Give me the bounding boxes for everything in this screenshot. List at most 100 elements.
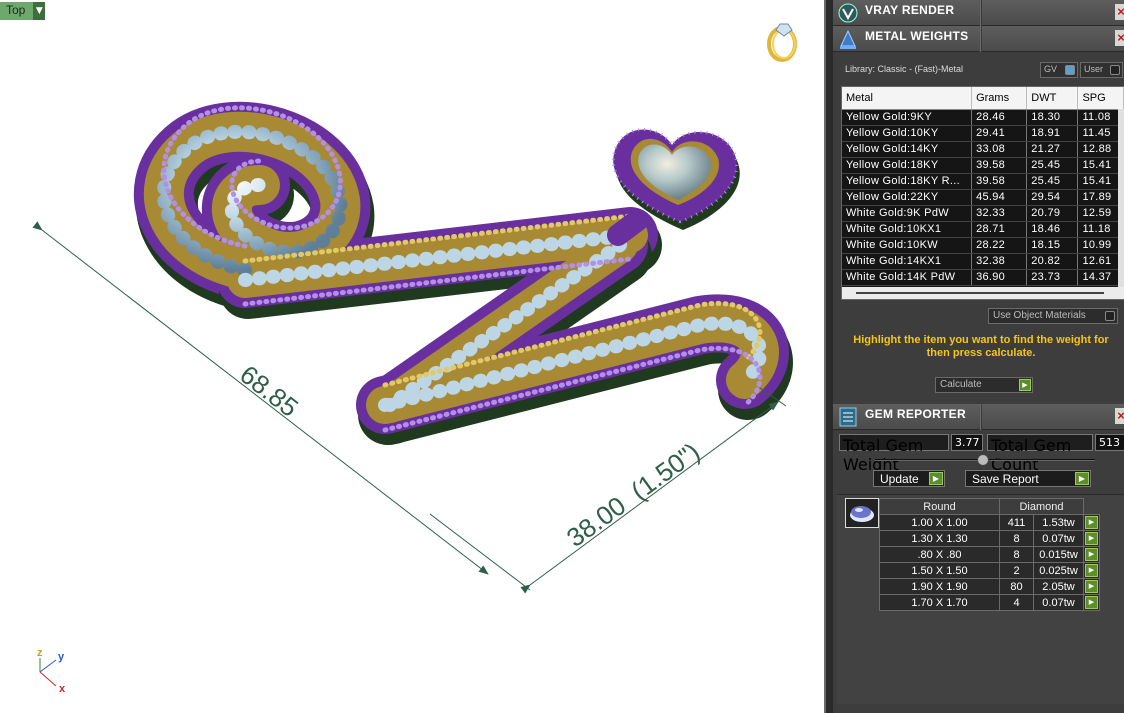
vray-close-icon[interactable]: × [1115,4,1124,20]
gem-row[interactable]: 1.70 X 1.70 4 0.07tw ▶ [879,594,1100,611]
play-icon: ▶ [1019,379,1031,391]
header-divider [980,26,982,52]
table-row[interactable]: White Gold:10KW 28.22 18.15 10.99 [842,237,1124,254]
slider-knob[interactable] [977,454,989,466]
view-label[interactable]: Top [0,2,34,20]
gem-row[interactable]: 1.30 X 1.30 8 0.07tw ▶ [879,530,1100,547]
gem-size-cell: .80 X .80 [879,546,1000,563]
scrollbar-thumb[interactable] [856,292,1104,294]
update-button[interactable]: Update ▶ [873,470,945,487]
axis-y-label: y [58,651,65,663]
table-cell: 32.38 [971,253,1028,270]
play-icon: ▶ [1085,532,1098,545]
total-gem-weight-label: Total Gem Weight [839,434,949,474]
metal-weights-header[interactable]: METAL WEIGHTS × [833,26,1124,52]
gv-toggle-label: GV [1044,64,1058,74]
toggle-indicator-icon [1065,65,1075,75]
column-header[interactable]: DWT [1026,87,1079,110]
table-row[interactable]: White Gold:14KX1 32.38 20.82 12.61 [842,253,1124,270]
table-row[interactable]: White Gold:10KX1 28.71 18.46 11.18 [842,221,1124,238]
table-cell: Yellow Gold:18KY R... [842,173,973,190]
table-row[interactable]: Yellow Gold:10KY 29.41 18.91 11.45 [842,125,1124,142]
table-row[interactable]: White Gold:14K PdW 36.90 23.73 14.37 [842,269,1124,286]
select-gem-button[interactable]: ▶ [1083,530,1100,547]
vertical-scrollbar[interactable] [1118,109,1124,289]
gem-table[interactable]: Round Diamond 1.00 X 1.00 411 1.53tw ▶ 1.30 … [879,498,1100,611]
gem-row[interactable]: .80 X .80 8 0.015tw ▶ [879,546,1100,563]
chevron-down-icon[interactable]: ▼ [33,2,46,20]
table-row[interactable]: White Gold:9K PdW 32.33 20.79 12.59 [842,205,1124,222]
heart-charm[interactable] [607,128,740,246]
gv-toggle[interactable]: GV [1040,62,1078,78]
table-row[interactable]: Yellow Gold:18KY 39.58 25.45 15.41 [842,157,1124,174]
gem-slider[interactable] [875,454,1095,466]
gem-weight-cell: 1.53tw [1033,514,1084,531]
column-header[interactable]: Grams [971,87,1028,110]
column-header[interactable]: SPG [1077,87,1124,110]
gem-count-cell: 8 [999,530,1034,547]
table-cell: Yellow Gold:9KY [842,109,973,126]
column-header[interactable]: Metal [842,87,973,110]
table-cell: 12.61 [1077,253,1124,270]
metal-weights-close-icon[interactable]: × [1115,30,1124,46]
table-cell: 20.82 [1026,253,1079,270]
user-toggle[interactable]: User [1080,62,1123,78]
table-row[interactable]: Yellow Gold:22KY 45.94 29.54 17.89 [842,189,1124,206]
select-gem-button[interactable]: ▶ [1083,594,1100,611]
gem-reporter-close-icon[interactable]: × [1115,408,1124,424]
toggle-indicator-icon [1110,65,1120,75]
table-cell: Yellow Gold:18KY [842,157,973,174]
table-row[interactable]: Yellow Gold:14KY 33.08 21.27 12.88 [842,141,1124,158]
metal-weights-table[interactable]: Metal Grams DWT SPG Yellow Gold:9KY 28.46… [841,86,1124,300]
model-scene[interactable]: 68.85 38.00 (1.50") z y x [0,0,826,713]
table-cell: 17.89 [1077,189,1124,206]
gem-count-cell: 80 [999,578,1034,595]
table-cell: White Gold:10KW [842,237,973,254]
table-header-row: Metal Grams DWT SPG [842,87,1124,110]
view-selector[interactable]: Top ▼ [0,2,46,20]
select-gem-button[interactable]: ▶ [1083,514,1100,531]
save-report-button[interactable]: Save Report ▶ [965,470,1091,487]
table-cell: 18.30 [1026,109,1079,126]
round-gem-icon[interactable] [845,498,879,528]
gem-row[interactable]: 1.50 X 1.50 2 0.025tw ▶ [879,562,1100,579]
gem-shape-header: Round [879,498,1000,515]
select-gem-button[interactable]: ▶ [1083,578,1100,595]
horizontal-scrollbar[interactable] [842,287,1124,299]
header-divider [980,404,982,430]
table-cell: 28.71 [971,221,1028,238]
gem-size-cell: 1.00 X 1.00 [879,514,1000,531]
gem-row[interactable]: 1.00 X 1.00 411 1.53tw ▶ [879,514,1100,531]
select-gem-button[interactable]: ▶ [1083,562,1100,579]
axis-z-label: z [37,647,43,659]
table-cell: 18.91 [1026,125,1079,142]
calculate-button[interactable]: Calculate ▶ [935,377,1033,393]
table-row[interactable]: Yellow Gold:9KY 28.46 18.30 11.08 [842,109,1124,126]
total-gem-weight-value: 3.77 [951,434,983,451]
ring-icon[interactable] [767,23,797,62]
save-report-label: Save Report [972,472,1039,486]
vray-icon [838,3,858,23]
table-cell: 20.79 [1026,205,1079,222]
table-row[interactable]: Yellow Gold:18KY R... 39.58 25.45 15.41 [842,173,1124,190]
table-cell: 36.90 [971,269,1028,286]
gem-row[interactable]: 1.90 X 1.90 80 2.05tw ▶ [879,578,1100,595]
use-object-materials-toggle[interactable]: Use Object Materials [988,308,1118,324]
gem-count-cell: 411 [999,514,1034,531]
table-cell: 21.27 [1026,141,1079,158]
vray-render-header[interactable]: VRAY RENDER × [833,0,1124,26]
play-icon: ▶ [1085,596,1098,609]
select-gem-button[interactable]: ▶ [1083,546,1100,563]
viewport-top[interactable]: Top ▼ 68.85 38.00 (1.50") z y x [0,0,826,713]
play-icon: ▶ [1075,472,1089,485]
table-header-row: Round Diamond [879,498,1100,515]
table-cell: 39.58 [971,173,1028,190]
report-icon [839,407,857,427]
table-cell: 15.41 [1077,173,1124,190]
table-cell: 11.18 [1077,221,1124,238]
gem-size-cell: 1.50 X 1.50 [879,562,1000,579]
gem-weight-cell: 0.015tw [1033,546,1084,563]
table-cell: Yellow Gold:10KY [842,125,973,142]
table-cell: 12.88 [1077,141,1124,158]
gem-reporter-header[interactable]: GEM REPORTER × [833,404,1124,430]
